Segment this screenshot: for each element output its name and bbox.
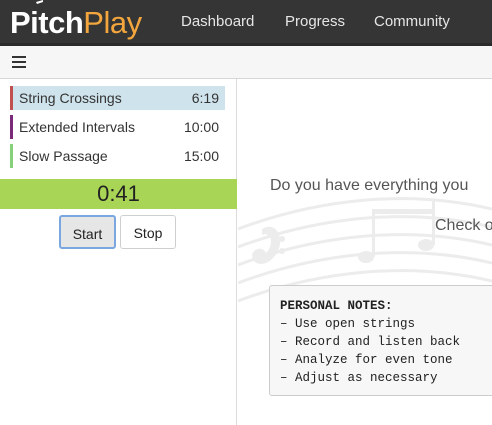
practice-timer: 0:41 bbox=[0, 179, 237, 209]
hamburger-icon[interactable] bbox=[12, 56, 26, 68]
exercise-color-bar bbox=[10, 86, 13, 110]
notes-title: PERSONAL NOTES: bbox=[280, 299, 393, 313]
app-logo[interactable]: PitchPlay bbox=[10, 0, 142, 43]
exercise-item-string-crossings[interactable]: String Crossings 6:19 bbox=[10, 86, 225, 110]
exercise-duration: 10:00 bbox=[183, 119, 219, 135]
exercise-sidebar: String Crossings 6:19 Extended Intervals… bbox=[0, 79, 237, 425]
exercise-name: Extended Intervals bbox=[19, 119, 135, 135]
personal-notes-box: PERSONAL NOTES: – Use open strings – Rec… bbox=[269, 285, 492, 396]
note-line: – Analyze for even tone bbox=[280, 353, 453, 367]
start-button[interactable]: Start bbox=[59, 215, 116, 249]
exercise-name: String Crossings bbox=[19, 90, 122, 106]
exercise-duration: 15:00 bbox=[183, 148, 219, 164]
exercise-name: Slow Passage bbox=[19, 148, 108, 164]
main-content: Do you have everything you Check o PERSO… bbox=[238, 79, 492, 425]
exercise-item-extended-intervals[interactable]: Extended Intervals 10:00 bbox=[10, 115, 225, 139]
check-text: Check o bbox=[435, 217, 492, 234]
top-navbar: PitchPlay Dashboard Progress Community bbox=[0, 0, 492, 46]
music-note-icon bbox=[36, 0, 43, 4]
toolbar bbox=[0, 46, 492, 79]
nav-community[interactable]: Community bbox=[374, 13, 450, 31]
setup-question: Do you have everything you bbox=[270, 177, 469, 194]
exercise-item-slow-passage[interactable]: Slow Passage 15:00 bbox=[10, 144, 225, 168]
nav-dashboard[interactable]: Dashboard bbox=[181, 13, 254, 31]
note-line: – Adjust as necessary bbox=[280, 371, 438, 385]
logo-text-pitch: Pitch bbox=[10, 5, 84, 40]
logo-text-play: Play bbox=[83, 5, 142, 40]
exercise-color-bar bbox=[10, 144, 13, 168]
exercise-color-bar bbox=[10, 115, 13, 139]
nav-progress[interactable]: Progress bbox=[285, 13, 345, 31]
note-line: – Use open strings bbox=[280, 317, 416, 331]
note-line: – Record and listen back bbox=[280, 335, 461, 349]
exercise-duration: 6:19 bbox=[191, 90, 219, 106]
stop-button[interactable]: Stop bbox=[120, 215, 176, 249]
